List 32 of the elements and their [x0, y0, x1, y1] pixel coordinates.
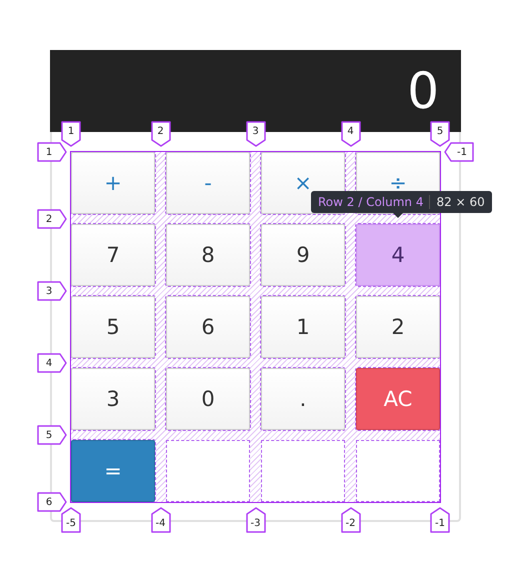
grid-line-label: 1	[37, 142, 67, 162]
grid-line-label: -2	[340, 507, 360, 533]
grid-line-label: 3	[246, 121, 266, 147]
calculator-key[interactable]: 7	[71, 224, 155, 286]
grid-line-label: 4	[340, 121, 360, 147]
grid-line-label: 5	[430, 121, 450, 147]
calculator-key[interactable]: 3	[71, 368, 155, 430]
calculator-key[interactable]: 1	[261, 296, 345, 358]
calculator-key[interactable]: 5	[71, 296, 155, 358]
calculator-key[interactable]: 2	[356, 296, 440, 358]
calculator-key[interactable]: =	[71, 440, 155, 502]
grid-line-label: 3	[37, 281, 67, 301]
calculator-key[interactable]: -	[166, 152, 250, 214]
calculator-key[interactable]: .	[261, 368, 345, 430]
grid-line-label: 2	[150, 121, 170, 147]
grid-line-label: -1	[444, 142, 474, 162]
grid-line-label: -3	[246, 507, 266, 533]
grid-line-label: 1	[61, 121, 81, 147]
calculator-key[interactable]: 6	[166, 296, 250, 358]
grid-line-label: 4	[37, 353, 67, 373]
grid-line-label: 5	[37, 425, 67, 445]
tooltip-size-text: 82 × 60	[429, 195, 485, 209]
grid-line-label: -1	[430, 507, 450, 533]
grid-line-label: 6	[37, 492, 67, 512]
grid-line-label: -4	[150, 507, 170, 533]
calculator-key[interactable]: 9	[261, 224, 345, 286]
calculator-key[interactable]: 0	[166, 368, 250, 430]
grid-line-label: -5	[61, 507, 81, 533]
calculator-key[interactable]: 8	[166, 224, 250, 286]
calculator-key[interactable]: +	[71, 152, 155, 214]
calculator-key[interactable]: 4	[356, 224, 440, 286]
grid-line-label: 2	[37, 209, 67, 229]
